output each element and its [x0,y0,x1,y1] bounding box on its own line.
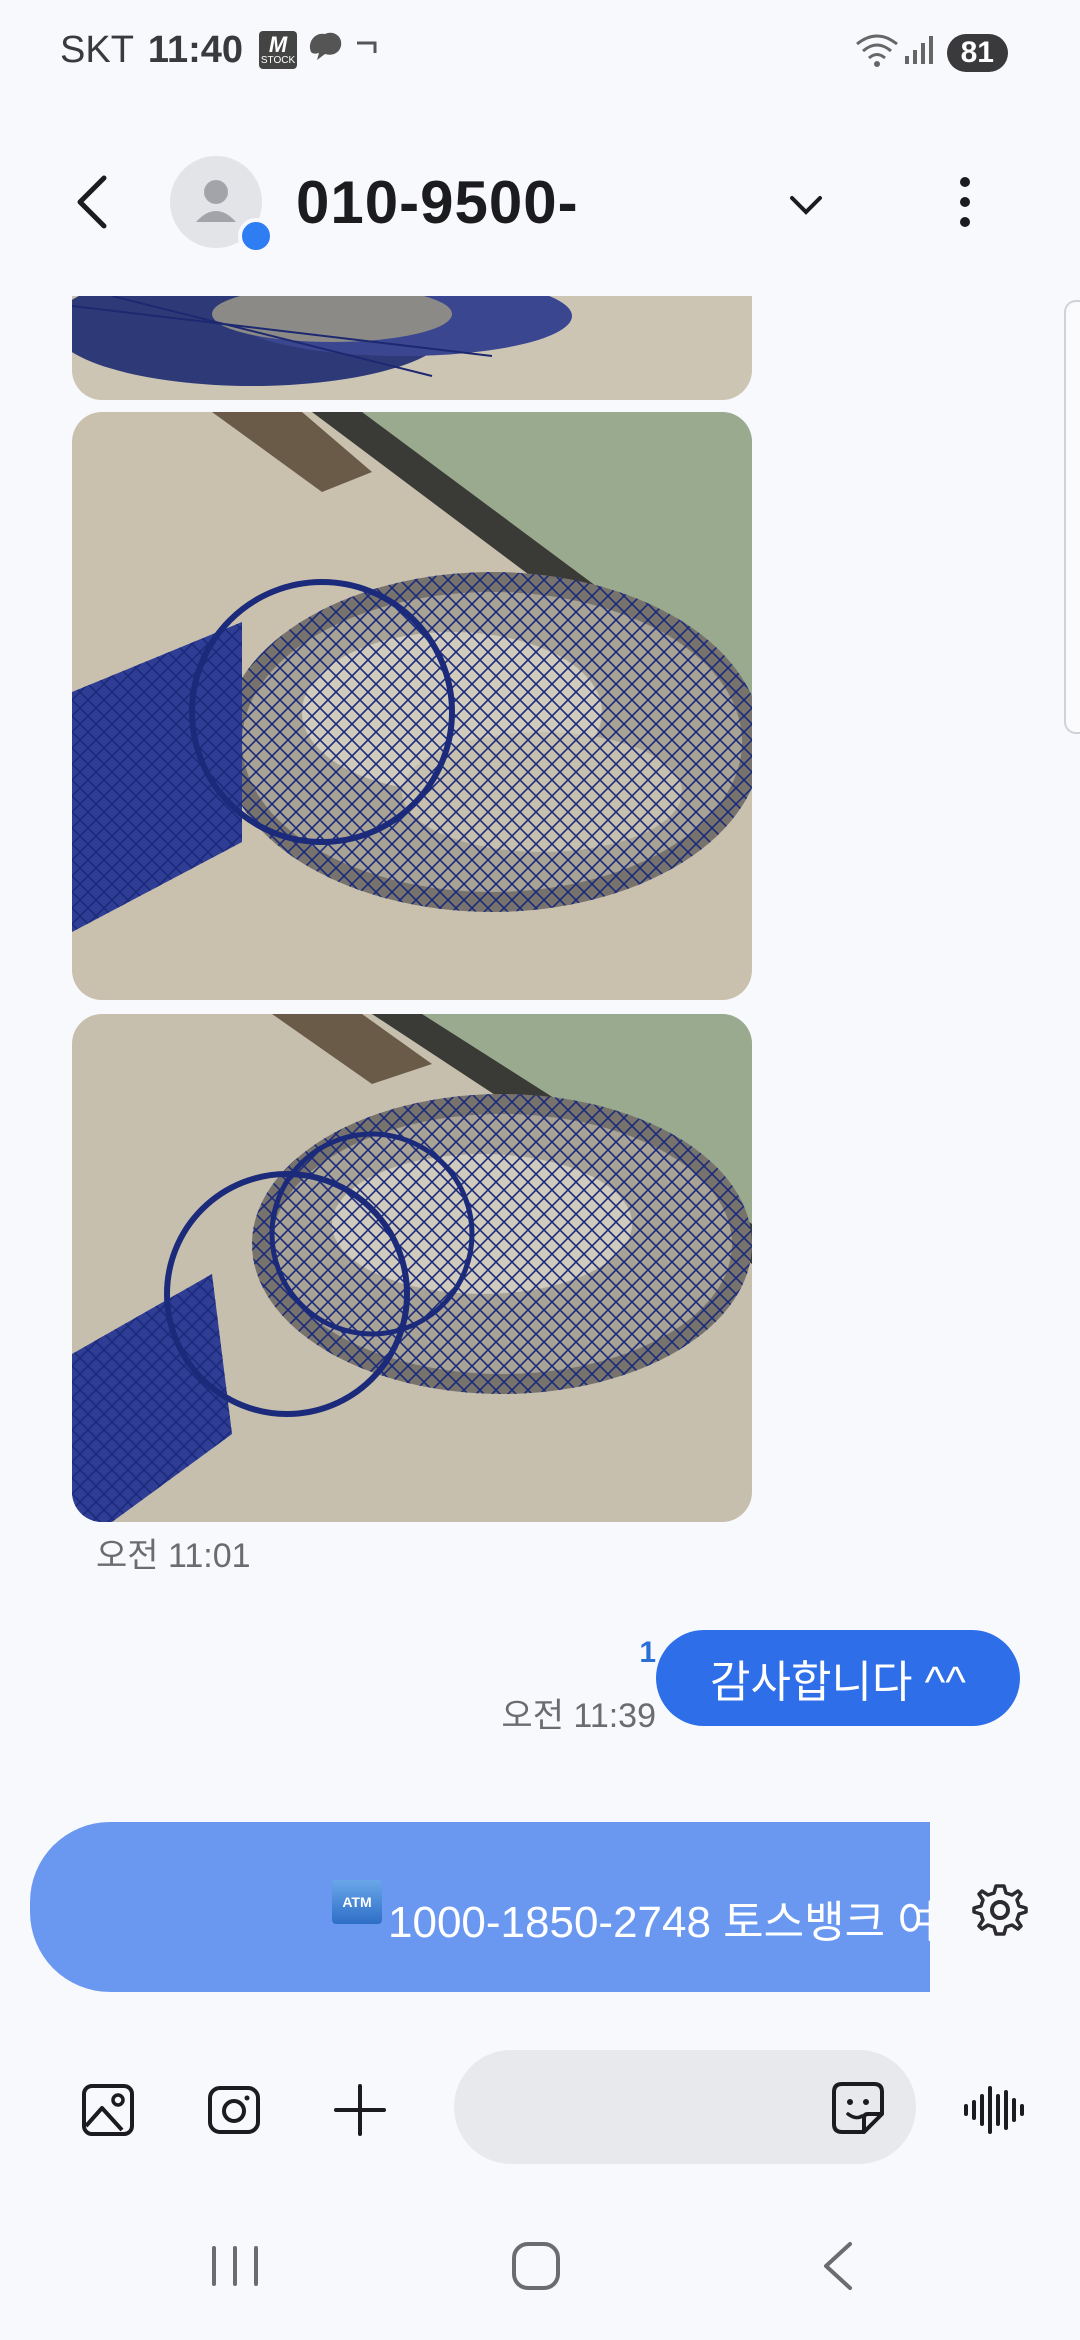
fish-net-photo [72,412,752,1000]
mstock-app-icon: M STOCK [259,31,297,69]
sent-timestamp: 오전 11:39 [501,1697,656,1735]
back-icon [77,175,107,229]
plus-icon [334,2084,386,2136]
notification-icon [353,33,381,67]
status-bar: SKT 11:40 M STOCK 81 [0,0,1080,100]
recents-icon [212,2246,258,2286]
smart-suggestion[interactable]: ATM 1000-1850-2748 토스뱅크 여 [30,1822,930,1992]
contact-number[interactable]: 010-9500- [296,168,579,237]
sent-message-bubble[interactable]: 감사합니다 ^^ [656,1630,1020,1726]
sticker-icon [832,2082,884,2134]
gallery-icon [82,2084,134,2136]
fish-net-photo [72,296,752,400]
more-vert-icon [960,177,970,227]
photo-message[interactable] [72,296,752,400]
chat-badge-icon [238,218,274,254]
status-left: SKT 11:40 M STOCK [60,28,389,72]
mstock-app-label: STOCK [260,55,296,66]
back-button[interactable] [66,172,126,232]
received-timestamp: 오전 11:01 [96,1537,251,1575]
contact-details-dropdown[interactable] [786,190,826,220]
scrollbar[interactable] [1064,300,1080,734]
battery-indicator: 81 [946,33,1008,72]
sticker-button[interactable] [826,2076,890,2140]
nav-home-button[interactable] [500,2236,570,2296]
mstock-app-letter: M [268,32,288,57]
more-options-button[interactable] [950,172,980,232]
gear-icon [972,1884,1028,1936]
status-time: 11:40 [147,28,243,71]
voice-icon [964,2086,1024,2134]
suggestion-text: 1000-1850-2748 토스뱅크 여 [330,1886,930,1950]
suggestion-settings-button[interactable] [970,1880,1030,1940]
signal-icon [901,32,937,73]
unread-count: 1 [639,1636,656,1669]
suggestion-account-text: 1000-1850-2748 토스뱅크 여 [388,1898,930,1947]
conversation-header: 010-9500- [0,150,1080,260]
thread-notification-icon [305,28,345,72]
status-right: 81 [853,30,1008,75]
home-icon [512,2242,560,2290]
photo-message[interactable] [72,412,752,1000]
fish-net-photo [72,1014,752,1522]
nav-recents-button[interactable] [200,2236,270,2296]
gallery-button[interactable] [78,2080,138,2140]
voice-input-button[interactable] [962,2082,1026,2138]
nav-back-button[interactable] [804,2236,874,2296]
wifi-icon [853,30,901,75]
add-attachment-button[interactable] [330,2080,390,2140]
carrier-label: SKT [60,28,134,71]
photo-message[interactable] [72,1014,752,1522]
camera-button[interactable] [204,2080,264,2140]
back-icon [824,2242,852,2290]
chevron-down-icon [790,196,822,215]
camera-icon [208,2086,260,2134]
